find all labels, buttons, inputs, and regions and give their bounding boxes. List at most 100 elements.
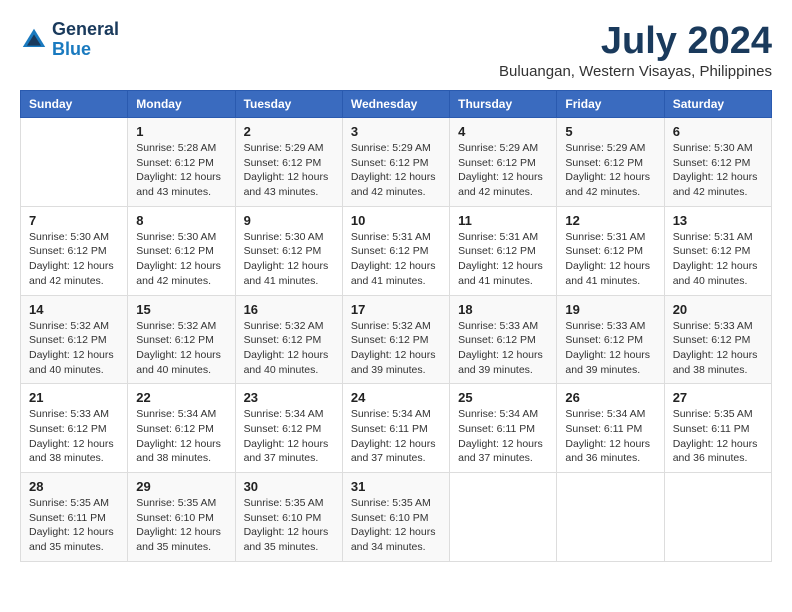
day-info: Sunrise: 5:30 AMSunset: 6:12 PMDaylight:… [136, 230, 226, 289]
calendar-day-cell: 6 Sunrise: 5:30 AMSunset: 6:12 PMDaylight… [664, 118, 771, 207]
day-info: Sunrise: 5:34 AMSunset: 6:12 PMDaylight:… [136, 407, 226, 466]
calendar-day-cell: 10 Sunrise: 5:31 AMSunset: 6:12 PMDayligh… [342, 206, 449, 295]
day-info: Sunrise: 5:29 AMSunset: 6:12 PMDaylight:… [565, 141, 655, 200]
day-info: Sunrise: 5:32 AMSunset: 6:12 PMDaylight:… [351, 319, 441, 378]
calendar-day-cell: 29 Sunrise: 5:35 AMSunset: 6:10 PMDayligh… [128, 473, 235, 562]
day-number: 15 [136, 302, 226, 317]
day-number: 11 [458, 213, 548, 228]
day-number: 30 [244, 479, 334, 494]
day-number: 25 [458, 390, 548, 405]
day-number: 5 [565, 124, 655, 139]
day-info: Sunrise: 5:33 AMSunset: 6:12 PMDaylight:… [29, 407, 119, 466]
day-number: 13 [673, 213, 763, 228]
calendar-day-cell: 26 Sunrise: 5:34 AMSunset: 6:11 PMDayligh… [557, 384, 664, 473]
day-number: 1 [136, 124, 226, 139]
calendar-day-cell: 24 Sunrise: 5:34 AMSunset: 6:11 PMDayligh… [342, 384, 449, 473]
day-info: Sunrise: 5:34 AMSunset: 6:11 PMDaylight:… [565, 407, 655, 466]
day-info: Sunrise: 5:31 AMSunset: 6:12 PMDaylight:… [351, 230, 441, 289]
calendar-day-cell: 25 Sunrise: 5:34 AMSunset: 6:11 PMDayligh… [450, 384, 557, 473]
day-number: 10 [351, 213, 441, 228]
day-info: Sunrise: 5:35 AMSunset: 6:10 PMDaylight:… [244, 496, 334, 555]
calendar-day-cell: 17Sunrise: 5:32 AMSunset: 6:12 PMDayligh… [342, 295, 449, 384]
calendar-day-cell: 30 Sunrise: 5:35 AMSunset: 6:10 PMDayligh… [235, 473, 342, 562]
day-info: Sunrise: 5:34 AMSunset: 6:11 PMDaylight:… [458, 407, 548, 466]
calendar-day-cell: 7Sunrise: 5:30 AMSunset: 6:12 PMDaylight… [21, 206, 128, 295]
calendar-day-cell [557, 473, 664, 562]
day-number: 24 [351, 390, 441, 405]
calendar-day-cell: 15 Sunrise: 5:32 AMSunset: 6:12 PMDayligh… [128, 295, 235, 384]
day-info: Sunrise: 5:29 AMSunset: 6:12 PMDaylight:… [458, 141, 548, 200]
day-number: 6 [673, 124, 763, 139]
day-number: 31 [351, 479, 441, 494]
day-info: Sunrise: 5:34 AMSunset: 6:11 PMDaylight:… [351, 407, 441, 466]
day-info: Sunrise: 5:35 AMSunset: 6:10 PMDaylight:… [136, 496, 226, 555]
day-number: 20 [673, 302, 763, 317]
day-number: 9 [244, 213, 334, 228]
calendar-day-cell: 20 Sunrise: 5:33 AMSunset: 6:12 PMDayligh… [664, 295, 771, 384]
day-info: Sunrise: 5:35 AMSunset: 6:11 PMDaylight:… [673, 407, 763, 466]
calendar-day-cell [664, 473, 771, 562]
day-info: Sunrise: 5:30 AMSunset: 6:12 PMDaylight:… [244, 230, 334, 289]
day-number: 14 [29, 302, 119, 317]
calendar-day-cell: 13Sunrise: 5:31 AMSunset: 6:12 PMDayligh… [664, 206, 771, 295]
calendar-day-cell: 31 Sunrise: 5:35 AMSunset: 6:10 PMDayligh… [342, 473, 449, 562]
day-info: Sunrise: 5:32 AMSunset: 6:12 PMDaylight:… [29, 319, 119, 378]
weekday-cell: Wednesday [342, 91, 449, 118]
day-number: 27 [673, 390, 763, 405]
logo-text: General Blue [52, 20, 119, 60]
day-number: 29 [136, 479, 226, 494]
day-info: Sunrise: 5:33 AMSunset: 6:12 PMDaylight:… [673, 319, 763, 378]
location-title: Buluangan, Western Visayas, Philippines [499, 63, 772, 80]
calendar-week-row: 21Sunrise: 5:33 AMSunset: 6:12 PMDayligh… [21, 384, 772, 473]
calendar-table: SundayMondayTuesdayWednesdayThursdayFrid… [20, 90, 772, 562]
day-info: Sunrise: 5:35 AMSunset: 6:10 PMDaylight:… [351, 496, 441, 555]
page-header: General Blue July 2024 Buluangan, Wester… [20, 20, 772, 80]
calendar-day-cell: 28 Sunrise: 5:35 AMSunset: 6:11 PMDayligh… [21, 473, 128, 562]
day-number: 8 [136, 213, 226, 228]
calendar-day-cell: 21Sunrise: 5:33 AMSunset: 6:12 PMDayligh… [21, 384, 128, 473]
calendar-day-cell: 12Sunrise: 5:31 AMSunset: 6:12 PMDayligh… [557, 206, 664, 295]
day-number: 4 [458, 124, 548, 139]
month-title: July 2024 [499, 20, 772, 63]
day-number: 23 [244, 390, 334, 405]
calendar-week-row: 7Sunrise: 5:30 AMSunset: 6:12 PMDaylight… [21, 206, 772, 295]
calendar-day-cell: 22 Sunrise: 5:34 AMSunset: 6:12 PMDayligh… [128, 384, 235, 473]
day-info: Sunrise: 5:30 AMSunset: 6:12 PMDaylight:… [673, 141, 763, 200]
calendar-day-cell: 11 Sunrise: 5:31 AMSunset: 6:12 PMDayligh… [450, 206, 557, 295]
logo: General Blue [20, 20, 119, 60]
day-info: Sunrise: 5:29 AMSunset: 6:12 PMDaylight:… [244, 141, 334, 200]
weekday-cell: Sunday [21, 91, 128, 118]
day-info: Sunrise: 5:35 AMSunset: 6:11 PMDaylight:… [29, 496, 119, 555]
calendar-day-cell: 4 Sunrise: 5:29 AMSunset: 6:12 PMDaylight… [450, 118, 557, 207]
title-area: July 2024 Buluangan, Western Visayas, Ph… [499, 20, 772, 80]
day-info: Sunrise: 5:32 AMSunset: 6:12 PMDaylight:… [244, 319, 334, 378]
day-number: 16 [244, 302, 334, 317]
day-info: Sunrise: 5:29 AMSunset: 6:12 PMDaylight:… [351, 141, 441, 200]
day-number: 18 [458, 302, 548, 317]
calendar-body: 1Sunrise: 5:28 AMSunset: 6:12 PMDaylight… [21, 118, 772, 562]
calendar-day-cell: 18Sunrise: 5:33 AMSunset: 6:12 PMDayligh… [450, 295, 557, 384]
calendar-day-cell [450, 473, 557, 562]
day-info: Sunrise: 5:34 AMSunset: 6:12 PMDaylight:… [244, 407, 334, 466]
calendar-day-cell: 27 Sunrise: 5:35 AMSunset: 6:11 PMDayligh… [664, 384, 771, 473]
calendar-day-cell: 23 Sunrise: 5:34 AMSunset: 6:12 PMDayligh… [235, 384, 342, 473]
day-number: 19 [565, 302, 655, 317]
calendar-week-row: 1Sunrise: 5:28 AMSunset: 6:12 PMDaylight… [21, 118, 772, 207]
calendar-day-cell: 16 Sunrise: 5:32 AMSunset: 6:12 PMDayligh… [235, 295, 342, 384]
weekday-header: SundayMondayTuesdayWednesdayThursdayFrid… [21, 91, 772, 118]
day-number: 28 [29, 479, 119, 494]
calendar-day-cell: 3Sunrise: 5:29 AMSunset: 6:12 PMDaylight… [342, 118, 449, 207]
calendar-day-cell: 5 Sunrise: 5:29 AMSunset: 6:12 PMDaylight… [557, 118, 664, 207]
weekday-cell: Thursday [450, 91, 557, 118]
day-info: Sunrise: 5:31 AMSunset: 6:12 PMDaylight:… [458, 230, 548, 289]
day-number: 12 [565, 213, 655, 228]
weekday-cell: Monday [128, 91, 235, 118]
day-number: 22 [136, 390, 226, 405]
weekday-cell: Friday [557, 91, 664, 118]
day-number: 26 [565, 390, 655, 405]
day-info: Sunrise: 5:30 AMSunset: 6:12 PMDaylight:… [29, 230, 119, 289]
calendar-day-cell: 14 Sunrise: 5:32 AMSunset: 6:12 PMDayligh… [21, 295, 128, 384]
weekday-cell: Tuesday [235, 91, 342, 118]
day-number: 2 [244, 124, 334, 139]
day-info: Sunrise: 5:32 AMSunset: 6:12 PMDaylight:… [136, 319, 226, 378]
